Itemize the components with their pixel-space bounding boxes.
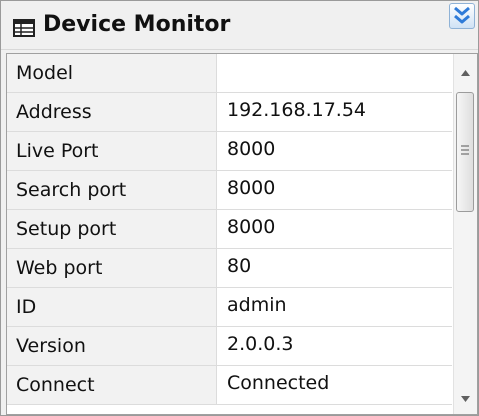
arrow-down-icon [461,396,470,402]
property-value[interactable]: admin [227,288,449,326]
scroll-up-button[interactable] [454,60,477,86]
scroll-down-button[interactable] [454,384,477,410]
property-row-version[interactable]: Version 2.0.0.3 [7,327,452,366]
property-name: Address [7,93,217,131]
property-row-setup-port[interactable]: Setup port 8000 [7,210,452,249]
property-row-web-port[interactable]: Web port 80 [7,249,452,288]
property-name: Live Port [7,132,217,170]
property-value[interactable]: 8000 [227,171,449,209]
property-name: Version [7,327,217,365]
property-name: Connect [7,366,217,404]
property-row-live-port[interactable]: Live Port 8000 [7,132,452,171]
panel-header: Device Monitor [1,1,478,50]
property-row-model[interactable]: Model [7,54,452,93]
vertical-scrollbar[interactable] [453,54,477,414]
double-chevron-down-icon [454,6,470,24]
property-name: Web port [7,249,217,287]
property-value[interactable]: 192.168.17.54 [227,93,449,131]
property-row-id[interactable]: ID admin [7,288,452,327]
property-grid: Model Address 192.168.17.54 Live Port 80… [6,53,478,415]
device-monitor-panel: Device Monitor Model Address 192.168.17.… [0,0,479,416]
property-name: Setup port [7,210,217,248]
property-value[interactable] [227,54,449,92]
property-name: Model [7,54,217,92]
property-name: Search port [7,171,217,209]
page-title: Device Monitor [43,12,231,37]
property-row-connect[interactable]: Connect Connected [7,366,452,405]
property-value[interactable]: 2.0.0.3 [227,327,449,365]
property-name: ID [7,288,217,326]
collapse-button[interactable] [449,3,475,29]
property-value[interactable]: 8000 [227,210,449,248]
table-icon [13,19,35,37]
property-row-address[interactable]: Address 192.168.17.54 [7,93,452,132]
scroll-thumb[interactable] [456,92,474,212]
property-row-search-port[interactable]: Search port 8000 [7,171,452,210]
property-value[interactable]: 80 [227,249,449,287]
grip-lines-icon [461,145,469,155]
property-value[interactable]: 8000 [227,132,449,170]
arrow-up-icon [461,70,470,76]
property-value[interactable]: Connected [227,366,449,404]
